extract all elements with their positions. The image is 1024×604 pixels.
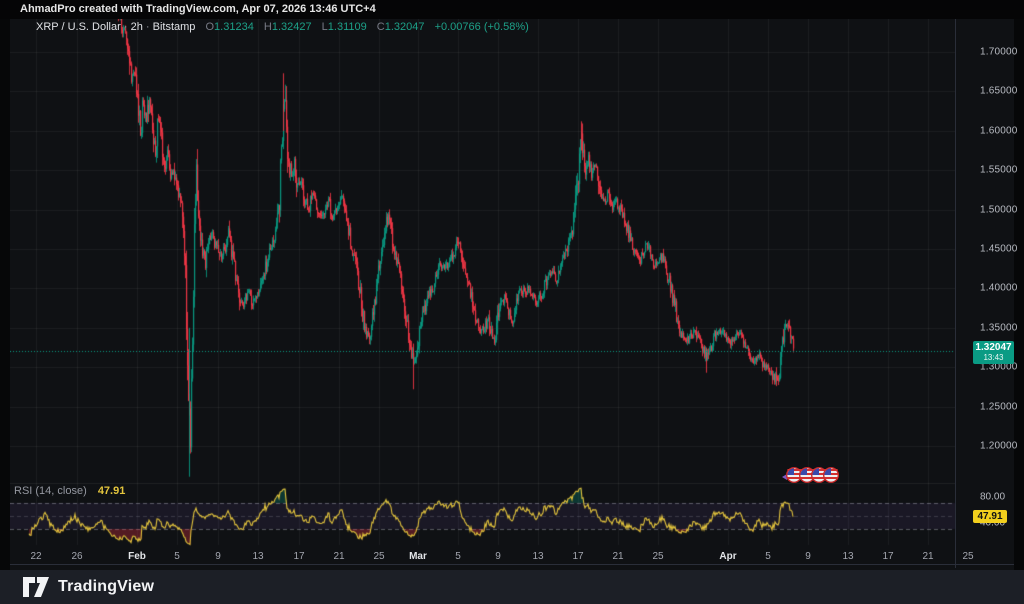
time-axis-label: 17 <box>572 551 584 562</box>
tradingview-logo-icon[interactable] <box>22 576 50 598</box>
last-price-badge: 1.32047 13:43 <box>973 341 1014 364</box>
rsi-value-badge: 47.91 <box>973 510 1007 523</box>
interval-label[interactable]: 2h <box>131 21 143 33</box>
low-value: 1.31109 <box>327 21 367 33</box>
emoji-stickers[interactable] <box>780 463 840 492</box>
price-axis-label: 1.70000 <box>980 46 1018 58</box>
price-axis-label: 1.20000 <box>980 440 1018 452</box>
time-axis-label: 17 <box>293 551 305 562</box>
time-axis-label: 5 <box>765 551 771 562</box>
price-axis-label: 1.65000 <box>980 85 1018 97</box>
time-axis-label: Apr <box>719 551 737 562</box>
price-axis-label: 1.45000 <box>980 243 1018 255</box>
price-axis-label: 1.50000 <box>980 204 1018 216</box>
symbol-title[interactable]: XRP / U.S. Dollar <box>36 21 121 33</box>
open-value: 1.31234 <box>214 21 254 33</box>
tradingview-logo-text[interactable]: TradingView <box>58 578 154 596</box>
time-axis-label: 17 <box>882 551 894 562</box>
high-label: H <box>263 21 272 33</box>
time-axis-label: 25 <box>652 551 664 562</box>
rsi-value: 47.91 <box>97 485 126 497</box>
rsi-label[interactable]: RSI (14, close) <box>14 485 87 497</box>
time-axis-separator <box>10 564 1014 565</box>
time-axis-label: 21 <box>612 551 624 562</box>
time-axis-label: 9 <box>805 551 811 562</box>
last-price-value: 1.32047 <box>975 342 1012 353</box>
time-axis-label: 25 <box>373 551 385 562</box>
attribution-text: AhmadPro created with TradingView.com, A… <box>20 3 376 15</box>
open-label: O <box>205 21 215 33</box>
time-axis-label: 22 <box>30 551 42 562</box>
close-value: 1.32047 <box>384 21 425 33</box>
price-axis-label: 1.35000 <box>980 322 1018 334</box>
bar-countdown: 13:43 <box>983 353 1004 362</box>
attribution-bar: AhmadPro created with TradingView.com, A… <box>0 0 1024 19</box>
change-value: +0.00766 (+0.58%) <box>434 21 529 33</box>
time-axis-label: 9 <box>495 551 501 562</box>
symbol-legend[interactable]: XRP / U.S. Dollar · 2h · Bitstamp O1.312… <box>36 21 529 33</box>
exchange-label: Bitstamp <box>152 21 196 33</box>
price-axis-label: 1.40000 <box>980 282 1018 294</box>
time-axis-label: Mar <box>409 551 427 562</box>
time-axis-label: 9 <box>215 551 221 562</box>
time-axis-label: 25 <box>962 551 974 562</box>
rsi-legend[interactable]: RSI (14, close) 47.91 <box>14 485 125 497</box>
time-axis-label: 13 <box>532 551 544 562</box>
price-axis-label: 1.25000 <box>980 401 1018 413</box>
time-axis-label: 13 <box>842 551 854 562</box>
time-axis-label: 13 <box>252 551 264 562</box>
time-axis-label: 21 <box>333 551 345 562</box>
price-axis-label: 1.55000 <box>980 164 1018 176</box>
time-axis-label: 26 <box>71 551 83 562</box>
flag-circle-emoji-group <box>782 467 839 483</box>
high-value: 1.32427 <box>271 21 312 33</box>
close-label: C <box>376 21 385 33</box>
footer-bar: TradingView <box>0 570 1024 604</box>
time-axis-label: 5 <box>455 551 461 562</box>
rsi-axis-label: 80.00 <box>980 491 1006 502</box>
time-axis-label: 21 <box>922 551 934 562</box>
time-axis-label: Feb <box>128 551 146 562</box>
tradingview-snapshot: AhmadPro created with TradingView.com, A… <box>0 0 1024 604</box>
price-axis-label: 1.60000 <box>980 125 1018 137</box>
time-axis-label: 5 <box>174 551 180 562</box>
price-axis-border <box>955 19 956 568</box>
